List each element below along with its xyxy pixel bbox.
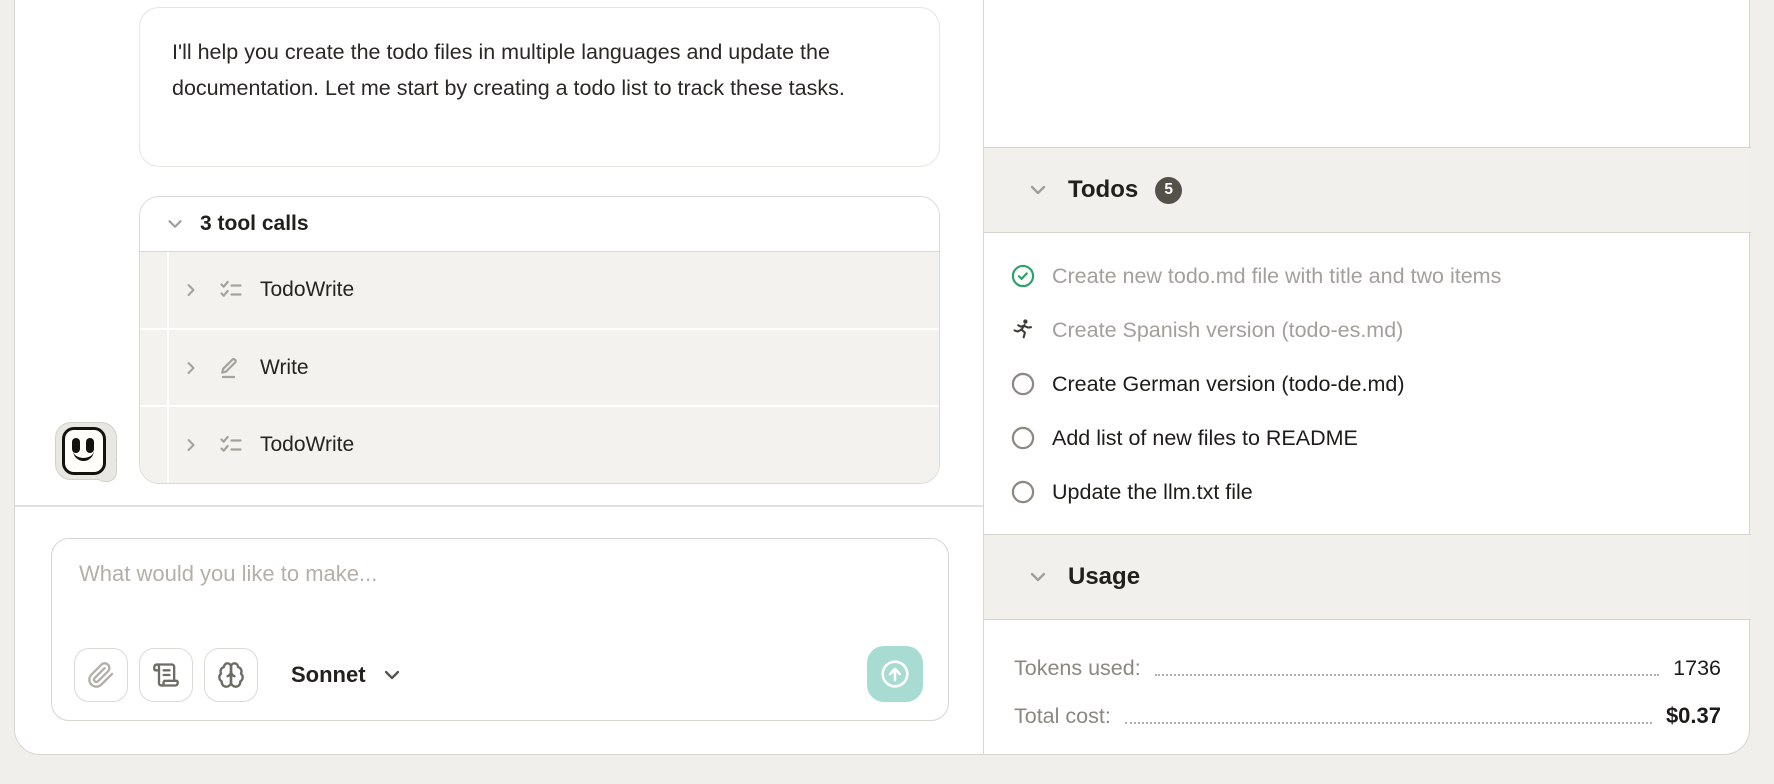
tool-call-row[interactable]: Write bbox=[140, 330, 939, 406]
todo-item: Add list of new files to README bbox=[1010, 411, 1721, 465]
chevron-right-icon bbox=[181, 435, 201, 455]
pen-line-icon bbox=[219, 356, 243, 380]
total-cost-value: $0.37 bbox=[1666, 703, 1721, 729]
row-rail bbox=[140, 407, 169, 483]
scroll-text-icon bbox=[152, 661, 180, 689]
composer: Sonnet bbox=[51, 538, 949, 721]
status-done-icon bbox=[1010, 263, 1036, 289]
todo-label: Add list of new files to README bbox=[1052, 426, 1358, 451]
chevron-down-icon bbox=[380, 663, 404, 687]
tokens-used-label: Tokens used: bbox=[1014, 656, 1141, 681]
tool-name: TodoWrite bbox=[260, 278, 354, 302]
tool-call-row[interactable]: TodoWrite bbox=[140, 252, 939, 328]
status-in-progress-icon bbox=[1010, 317, 1036, 343]
todos-section-header[interactable]: Todos 5 bbox=[984, 147, 1751, 233]
paperclip-icon bbox=[87, 661, 115, 689]
todo-list-icon bbox=[219, 433, 243, 457]
model-selector[interactable]: Sonnet bbox=[291, 662, 404, 688]
usage-section-header[interactable]: Usage bbox=[984, 534, 1751, 620]
chevron-right-icon bbox=[181, 358, 201, 378]
composer-toolbar: Sonnet bbox=[74, 648, 404, 702]
todo-label: Create new todo.md file with title and t… bbox=[1052, 264, 1501, 289]
assistant-message-bubble: I'll help you create the todo files in m… bbox=[139, 7, 940, 167]
total-cost-row: Total cost: $0.37 bbox=[1014, 689, 1721, 737]
app-window: I'll help you create the todo files in m… bbox=[14, 0, 1750, 755]
todo-label: Update the llm.txt file bbox=[1052, 480, 1253, 505]
todo-item: Create German version (todo-de.md) bbox=[1010, 357, 1721, 411]
todo-item: Update the llm.txt file bbox=[1010, 465, 1721, 519]
todo-item: Create new todo.md file with title and t… bbox=[1010, 249, 1721, 303]
row-rail bbox=[140, 252, 169, 328]
tool-calls-count-label: 3 tool calls bbox=[200, 212, 309, 236]
composer-divider bbox=[15, 505, 983, 507]
chevron-right-icon bbox=[181, 280, 201, 300]
chevron-down-icon bbox=[164, 213, 186, 235]
todo-label: Create German version (todo-de.md) bbox=[1052, 372, 1405, 397]
chat-panel: I'll help you create the todo files in m… bbox=[15, 0, 983, 754]
scripts-button[interactable] bbox=[139, 648, 193, 702]
tool-name: TodoWrite bbox=[260, 433, 354, 457]
tool-name: Write bbox=[260, 356, 309, 380]
todos-count-badge: 5 bbox=[1155, 177, 1182, 204]
usage-stats: Tokens used: 1736 Total cost: $0.37 bbox=[1014, 641, 1721, 737]
dotted-leader bbox=[1155, 674, 1659, 676]
usage-title: Usage bbox=[1068, 563, 1140, 591]
message-input[interactable] bbox=[79, 561, 779, 617]
tokens-used-row: Tokens used: 1736 bbox=[1014, 641, 1721, 689]
clawd-smiley-avatar bbox=[55, 422, 121, 488]
tool-calls-header[interactable]: 3 tool calls bbox=[140, 197, 939, 252]
chevron-down-icon bbox=[1026, 178, 1050, 202]
todo-label: Create Spanish version (todo-es.md) bbox=[1052, 318, 1403, 343]
todo-list-icon bbox=[219, 278, 243, 302]
attach-file-button[interactable] bbox=[74, 648, 128, 702]
thinking-mode-button[interactable] bbox=[204, 648, 258, 702]
brain-icon bbox=[217, 661, 245, 689]
smiley-face-icon bbox=[62, 427, 106, 475]
row-rail bbox=[140, 330, 169, 406]
todo-list: Create new todo.md file with title and t… bbox=[1010, 249, 1721, 519]
model-name: Sonnet bbox=[291, 662, 366, 688]
arrow-up-circle-icon bbox=[877, 656, 913, 692]
sidebar: Todos 5 Create new todo.md file with tit… bbox=[983, 0, 1751, 754]
send-button[interactable] bbox=[867, 646, 923, 702]
status-pending-icon bbox=[1010, 479, 1036, 505]
tokens-used-value: 1736 bbox=[1673, 656, 1721, 681]
dotted-leader bbox=[1125, 722, 1652, 724]
todos-title: Todos bbox=[1068, 176, 1138, 204]
chevron-down-icon bbox=[1026, 565, 1050, 589]
todo-item: Create Spanish version (todo-es.md) bbox=[1010, 303, 1721, 357]
status-pending-icon bbox=[1010, 371, 1036, 397]
assistant-message-text: I'll help you create the todo files in m… bbox=[172, 40, 845, 100]
tool-calls-list: TodoWrite Write Todo bbox=[140, 252, 939, 483]
tool-calls-group: 3 tool calls TodoWrite Wri bbox=[139, 196, 940, 484]
status-pending-icon bbox=[1010, 425, 1036, 451]
tool-call-row[interactable]: TodoWrite bbox=[140, 407, 939, 483]
total-cost-label: Total cost: bbox=[1014, 704, 1111, 729]
